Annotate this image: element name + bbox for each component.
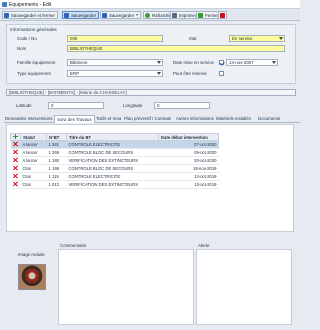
comment-label: Commentaire <box>60 243 87 248</box>
delete-icon[interactable] <box>13 142 18 147</box>
save-as-button[interactable]: Sauvegarder ▾ <box>100 11 141 19</box>
type-label: Type équipement <box>17 71 51 76</box>
alert-textarea[interactable] <box>196 249 292 325</box>
delete-icon[interactable] <box>13 166 18 171</box>
longitude-field[interactable]: 0 <box>154 102 210 109</box>
etat-select[interactable]: En service <box>229 35 285 42</box>
save-button[interactable]: Sauvegarder <box>62 11 100 19</box>
nom-label: Nom <box>17 46 27 51</box>
date-field[interactable]: 14-nov-2007 <box>226 59 278 66</box>
tab-plan-preventif[interactable]: Plan préventif / Contrats <box>124 115 171 123</box>
works-grid-panel: Statut N°BT Titre du BT Date début inter… <box>6 124 294 232</box>
delete-icon[interactable] <box>13 158 18 163</box>
chevron-down-icon: ▾ <box>136 13 138 17</box>
tab-documents[interactable]: Documents <box>258 115 280 123</box>
alert-label: Alerte <box>198 243 210 248</box>
tab-materiels[interactable]: Matériels installés <box>216 115 251 123</box>
reserve-checkbox[interactable] <box>219 71 224 76</box>
etat-label: état <box>189 36 197 41</box>
print-button[interactable]: Imprimer <box>170 11 200 19</box>
general-info-panel: Informations générales Code / No 009 éta… <box>6 24 296 84</box>
hierarchy-path: [BIBLIOTHEQUE] - [BATIMENTS] - [Mairie d… <box>6 89 296 96</box>
table-row[interactable]: Clos 1 199 CONTROLE BLOC DE SECOURS 18-n… <box>10 164 219 173</box>
tab-demandes[interactable]: Demandes Interventions <box>5 115 53 123</box>
print-icon <box>172 12 177 18</box>
col-statut[interactable]: Statut <box>20 133 47 141</box>
code-field[interactable]: 009 <box>67 35 163 42</box>
tab-autres[interactable]: Autres informations <box>176 115 214 123</box>
tab-tarifs[interactable]: Tarifs et resa <box>96 115 121 123</box>
col-date[interactable]: Date début intervention <box>158 133 219 141</box>
date-checkbox[interactable] <box>219 60 224 65</box>
add-row-cell[interactable] <box>10 133 21 141</box>
latitude-label: Latitude <box>16 103 32 108</box>
famille-select[interactable]: Bâtiment <box>67 59 163 66</box>
image-label: Image reduite <box>18 252 45 257</box>
col-bt[interactable]: N°BT <box>46 133 67 141</box>
delete-icon[interactable] <box>13 150 18 155</box>
table-row[interactable]: Clos 1 115 CONTROLE ELECTRICITE 13-oct-2… <box>10 172 219 181</box>
equipment-photo[interactable] <box>18 264 46 290</box>
latitude-field[interactable]: 0 <box>48 102 104 109</box>
delete-icon[interactable] <box>13 174 18 179</box>
add-button[interactable] <box>218 11 227 19</box>
app-icon <box>2 2 7 7</box>
famille-label: Famille équipement <box>17 60 56 65</box>
code-label: Code / No <box>17 36 37 41</box>
save-icon <box>64 12 69 18</box>
comment-textarea[interactable] <box>58 249 194 325</box>
longitude-label: Longitude <box>123 103 143 108</box>
reserve-label: Peut être réservé <box>173 71 207 76</box>
chevron-down-icon <box>279 37 283 40</box>
type-select[interactable]: ERP <box>67 70 163 77</box>
chevron-down-icon <box>157 61 161 64</box>
refresh-icon <box>145 12 150 18</box>
date-label: Date mise en service <box>173 60 214 65</box>
save-as-icon <box>102 12 107 18</box>
works-table: Statut N°BT Titre du BT Date début inter… <box>10 133 219 189</box>
toolbar: Sauvegarder et fermer Sauvegarder Sauveg… <box>0 9 300 21</box>
section-title: Informations générales <box>10 27 57 32</box>
nom-field[interactable]: BIBLIOTHEQUE <box>67 45 285 52</box>
table-row[interactable]: Clos 1 013 VERIFICATION DES EXTINCTEURS … <box>10 180 219 189</box>
table-row[interactable]: A lancer 1 269 CONTROLE BLOC DE SECOURS … <box>10 148 219 157</box>
add-icon[interactable] <box>13 134 18 139</box>
col-titre[interactable]: Titre du BT <box>66 133 159 141</box>
save-close-button[interactable]: Sauvegarder et fermer <box>2 11 58 19</box>
table-row[interactable]: A lancer 1 180 VERIFICATION DES EXTINCTE… <box>10 156 219 165</box>
save-icon <box>4 12 9 18</box>
table-row[interactable]: A lancer 1 341 CONTROLE ELECTRICITE 07-o… <box>10 140 219 149</box>
tab-suivi-travaux[interactable]: Suivi des Travaux <box>54 115 95 123</box>
window-title: Equipements - Edit <box>9 1 52 8</box>
chevron-down-icon <box>157 72 161 75</box>
title-bar: Equipements - Edit <box>0 0 300 9</box>
tab-bar: Demandes Interventions Suivi des Travaux… <box>4 114 300 123</box>
bottom-section: Image reduite Commentaire Alerte <box>6 240 294 328</box>
close-icon <box>198 12 203 18</box>
add-icon <box>220 12 225 18</box>
chevron-down-icon <box>272 61 276 64</box>
delete-icon[interactable] <box>13 182 18 187</box>
